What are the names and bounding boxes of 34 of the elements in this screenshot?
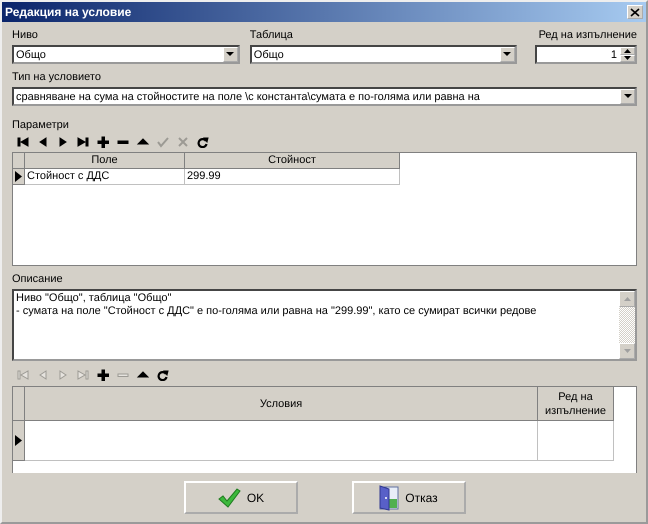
- checkmark-icon: [216, 486, 241, 508]
- column-header[interactable]: Стойност: [185, 153, 400, 169]
- column-header[interactable]: Поле: [25, 153, 185, 169]
- window-title: Редакция на условие: [5, 5, 132, 19]
- order-spinbox[interactable]: 1: [534, 45, 637, 64]
- scroll-down-button[interactable]: [619, 343, 635, 359]
- up-arrow-icon: [624, 297, 630, 301]
- table-cell: 299.99: [185, 169, 400, 185]
- last-record-icon[interactable]: [76, 136, 90, 148]
- down-arrow-icon: [624, 349, 630, 353]
- refresh-icon[interactable]: [156, 369, 170, 381]
- plus-icon[interactable]: [96, 369, 110, 381]
- condition-type-dropdown[interactable]: сравняване на сума на стойностите на поле \с константа\сумата е по-голяма или равна на: [12, 87, 637, 106]
- table-cell: Стойност с ДДС: [25, 169, 185, 185]
- column-header[interactable]: Условия: [25, 387, 538, 421]
- field-label: Тип на условието: [12, 70, 102, 85]
- table-dropdown[interactable]: Общо: [250, 45, 517, 64]
- column-header[interactable]: Ред на изпълнение: [538, 387, 614, 421]
- field-label: Ниво: [12, 28, 39, 43]
- spin-arrows-icon: [620, 47, 635, 62]
- plus-icon[interactable]: [96, 136, 110, 148]
- description-textarea[interactable]: Ниво "Общо", таблица "Общо" - сумата на поле "Стойност с ДДС" е по-голяма или равна на "299.99", като се сумират всички редове: [12, 289, 637, 361]
- ok-button[interactable]: OK: [184, 481, 298, 514]
- section-label: Параметри: [12, 118, 70, 133]
- section-label: Описание: [12, 272, 64, 287]
- refresh-icon[interactable]: [196, 136, 210, 148]
- door-icon: [379, 484, 400, 510]
- scroll-up-button[interactable]: [619, 291, 635, 307]
- field-label: Таблица: [250, 28, 294, 43]
- field-label: Ред на изпълнение: [538, 28, 637, 43]
- level-dropdown[interactable]: Общо: [12, 45, 240, 64]
- cancel-button[interactable]: Отказ: [352, 481, 466, 514]
- first-record-icon[interactable]: [16, 136, 30, 148]
- close-button[interactable]: [627, 5, 643, 19]
